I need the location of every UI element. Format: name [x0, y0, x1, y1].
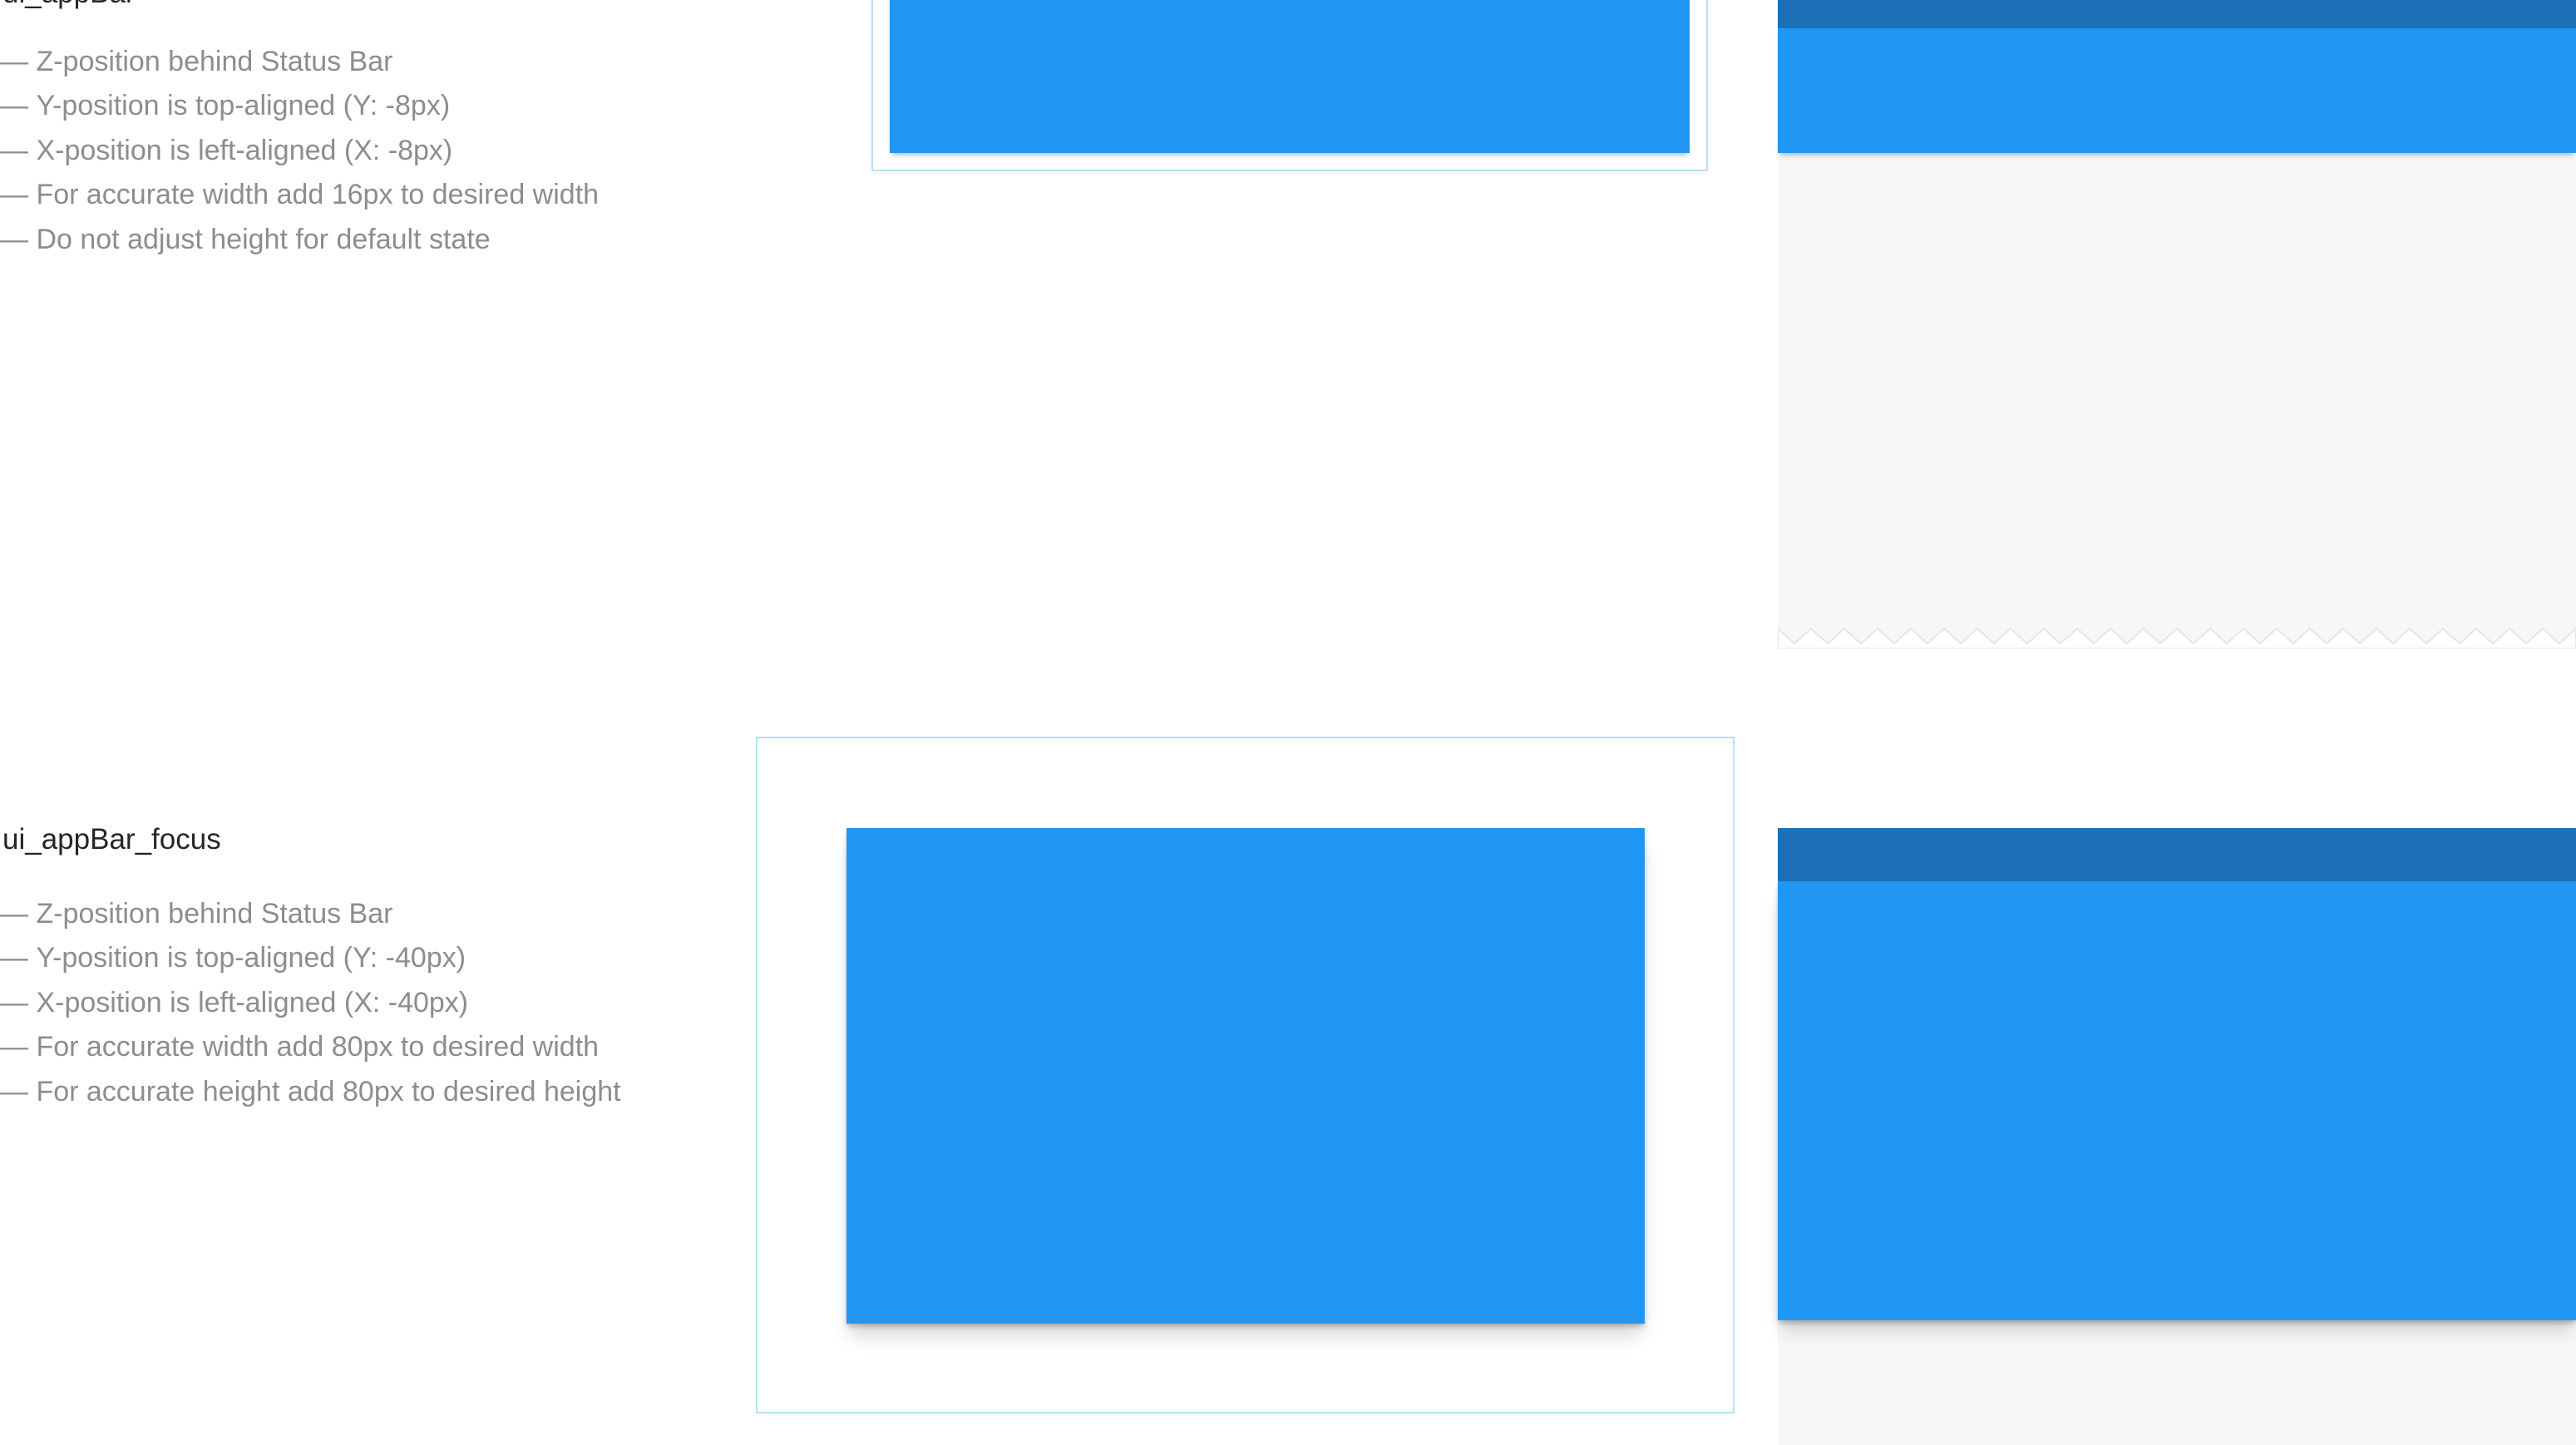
spec-note: X-position is left-aligned (X: -40px): [0, 981, 621, 1025]
spec-note: Z-position behind Status Bar: [0, 892, 621, 936]
section-title-app-bar: ui_appBar: [2, 0, 136, 7]
spec-note: Y-position is top-aligned (Y: -40px): [0, 936, 621, 980]
spec-note: Y-position is top-aligned (Y: -8px): [0, 84, 599, 128]
app-bar-focused: [1778, 881, 2576, 1320]
app-bar: [1778, 28, 2576, 153]
app-bar-asset: [890, 0, 1690, 153]
spec-note: For accurate width add 16px to desired w…: [0, 173, 599, 217]
phone-preview: [1778, 828, 2576, 1445]
spec-notes-app-bar-focus: Z-position behind Status Bar Y-position …: [0, 892, 621, 1114]
app-bar-focus-asset: [846, 828, 1645, 1324]
spec-note: For accurate width add 80px to desired w…: [0, 1025, 621, 1069]
status-bar: [1778, 828, 2576, 881]
spec-note: For accurate height add 80px to desired …: [0, 1070, 620, 1114]
spec-notes-app-bar: Z-position behind Status Bar Y-position …: [0, 40, 599, 262]
spec-note: Z-position behind Status Bar: [0, 40, 599, 84]
torn-edge: [1778, 627, 2576, 649]
phone-preview: [1778, 0, 2576, 649]
spec-note: Do not adjust height for default state: [0, 218, 599, 262]
spec-note: X-position is left-aligned (X: -8px): [0, 129, 599, 173]
section-title-app-bar-focus: ui_appBar_focus: [2, 823, 221, 856]
status-bar: [1778, 0, 2576, 28]
